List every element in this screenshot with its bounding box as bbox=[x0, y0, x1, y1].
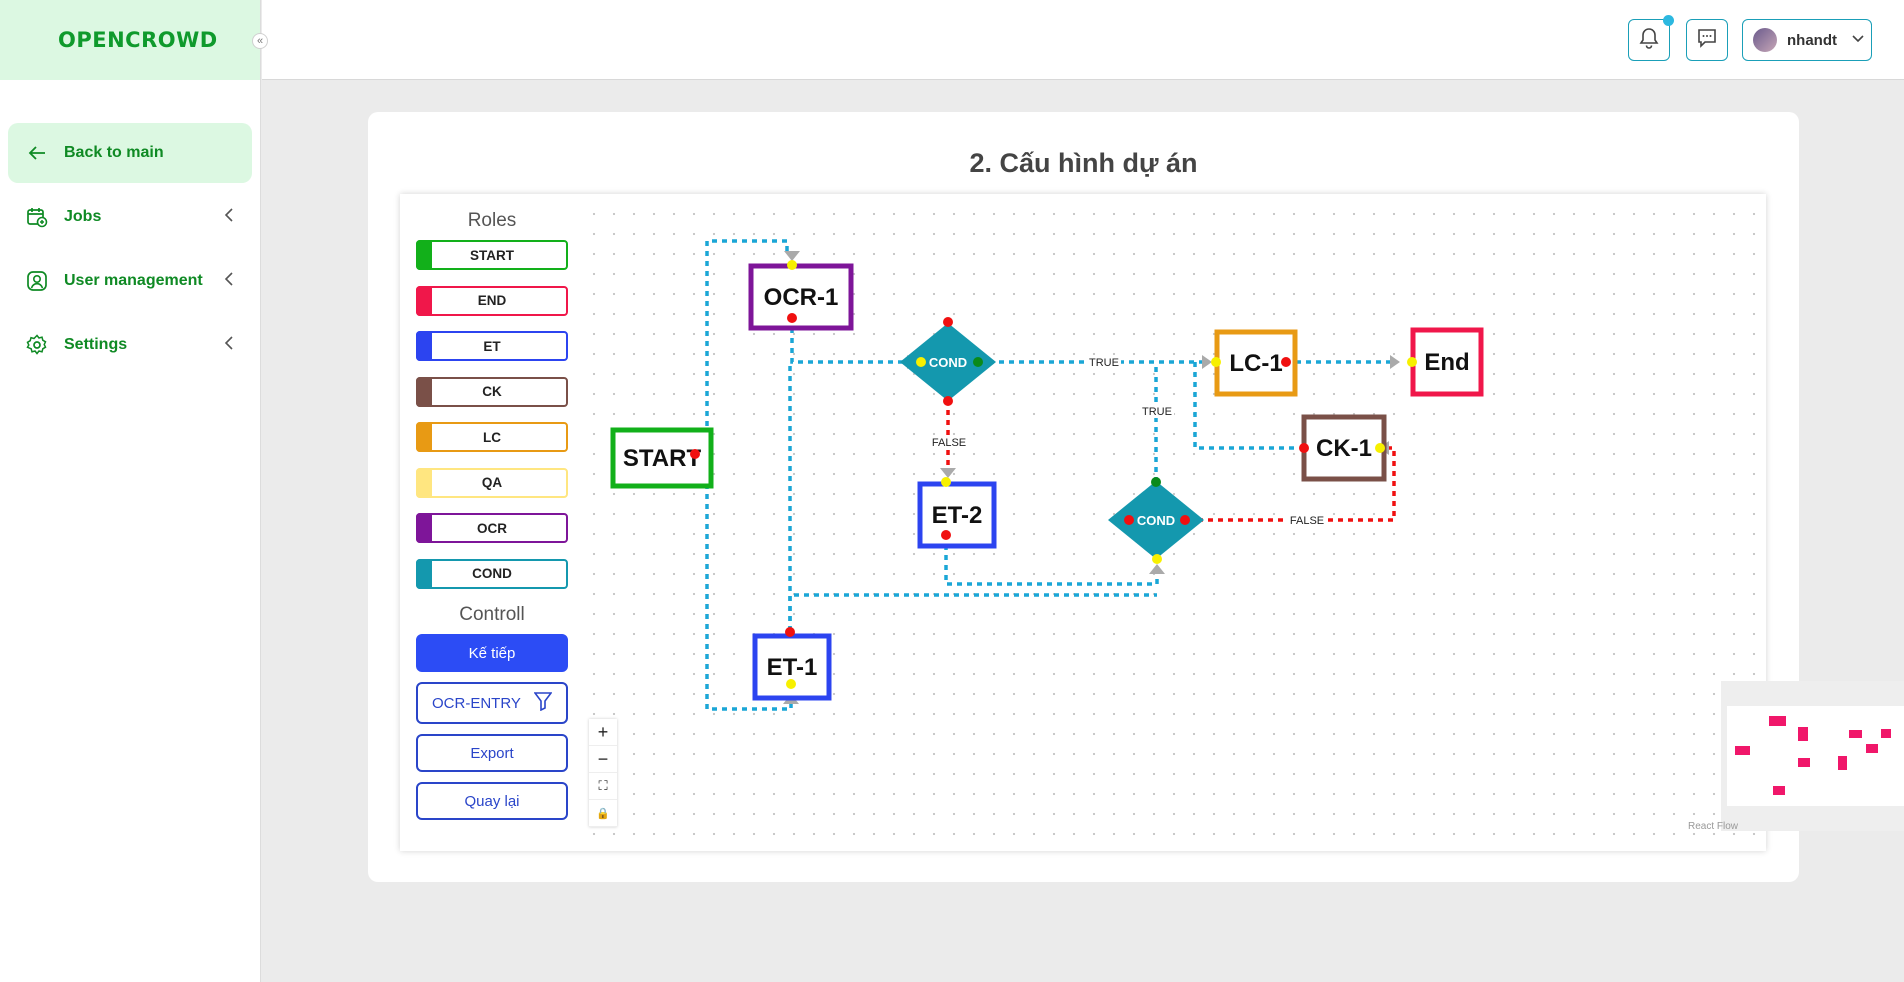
export-button[interactable]: Export bbox=[416, 734, 568, 772]
node-ck-1-label: CK-1 bbox=[1316, 435, 1372, 462]
node-ocr-1-label: OCR-1 bbox=[764, 284, 839, 311]
gear-icon bbox=[26, 334, 48, 356]
arrow-left-icon bbox=[26, 142, 48, 164]
chevron-left-icon bbox=[224, 207, 234, 228]
ocr-entry-filter-button[interactable]: OCR-ENTRY bbox=[416, 682, 568, 724]
node-et-2-label: ET-2 bbox=[932, 502, 983, 529]
calendar-add-icon bbox=[26, 206, 48, 228]
chevron-left-icon bbox=[224, 335, 234, 356]
user-menu-button[interactable]: nhandt bbox=[1742, 19, 1872, 61]
sidebar-item-back-to-main[interactable]: Back to main bbox=[8, 123, 252, 183]
edge-label-false: FALSE bbox=[1290, 515, 1324, 527]
lock-button[interactable]: 🔒 bbox=[589, 800, 617, 827]
edge-label-true: TRUE bbox=[1142, 406, 1172, 418]
zoom-in-button[interactable]: + bbox=[589, 719, 617, 746]
role-swatch bbox=[416, 558, 432, 589]
sidebar-item-label: Jobs bbox=[64, 208, 102, 225]
node-start-label: START bbox=[623, 445, 702, 472]
sidebar: OPENCROWD « Back to main Jobs User manag… bbox=[0, 0, 268, 982]
back-button[interactable]: Quay lại bbox=[416, 782, 568, 820]
role-swatch bbox=[416, 513, 432, 543]
bell-icon bbox=[1639, 27, 1659, 54]
edge-label-false: FALSE bbox=[932, 437, 966, 449]
sidebar-item-user-management[interactable]: User management bbox=[8, 251, 252, 311]
sidebar-item-settings[interactable]: Settings bbox=[8, 315, 252, 375]
role-lc[interactable]: LC bbox=[416, 422, 568, 452]
notification-dot bbox=[1663, 15, 1674, 26]
notifications-button[interactable] bbox=[1628, 15, 1674, 61]
workflow-panel: Roles START END ET CK LC QA OCR COND Con… bbox=[400, 194, 1904, 851]
avatar bbox=[1753, 28, 1777, 52]
filter-icon bbox=[533, 691, 553, 715]
role-swatch bbox=[416, 331, 432, 361]
roles-panel: Roles START END ET CK LC QA OCR COND Con… bbox=[416, 210, 568, 830]
node-lc-1-label: LC-1 bbox=[1229, 350, 1282, 377]
node-end-label: End bbox=[1424, 349, 1469, 376]
react-flow-attribution[interactable]: React Flow bbox=[1688, 821, 1738, 832]
role-swatch bbox=[416, 240, 432, 270]
zoom-controls: + − ⛶ 🔒 bbox=[589, 719, 617, 827]
project-config-card: 2. Cấu hình dự án Roles START END ET CK bbox=[368, 112, 1904, 882]
role-ck[interactable]: CK bbox=[416, 376, 568, 407]
edge-label-true: TRUE bbox=[1089, 357, 1119, 369]
role-label: START bbox=[470, 247, 514, 263]
role-label: OCR bbox=[477, 520, 507, 536]
sidebar-item-label: Back to main bbox=[64, 144, 164, 161]
messages-button[interactable] bbox=[1686, 19, 1728, 61]
logo-bar: OPENCROWD « bbox=[0, 0, 268, 80]
role-qa[interactable]: QA bbox=[416, 467, 568, 498]
username: nhandt bbox=[1787, 31, 1837, 49]
role-label: ET bbox=[483, 338, 501, 354]
flow-canvas[interactable]: TRUE TRUE FALSE FALSE START OCR-1 COND E… bbox=[584, 204, 1904, 844]
role-label: COND bbox=[472, 566, 512, 581]
sidebar-item-jobs[interactable]: Jobs bbox=[8, 187, 252, 247]
edge-et1-cond2 bbox=[788, 593, 1157, 631]
role-label: QA bbox=[481, 475, 503, 490]
roles-title: Roles bbox=[467, 210, 517, 231]
sidebar-nav: Back to main Jobs User management Settin… bbox=[0, 80, 260, 375]
node-cond-2-label: COND bbox=[1137, 513, 1175, 528]
collapse-sidebar-button[interactable]: « bbox=[252, 33, 268, 49]
role-ocr[interactable]: OCR bbox=[416, 513, 568, 543]
logo: OPENCROWD bbox=[58, 28, 218, 52]
role-et[interactable]: ET bbox=[416, 331, 568, 361]
role-label: LC bbox=[483, 429, 501, 445]
next-button[interactable]: Kế tiếp bbox=[416, 634, 568, 672]
role-label: END bbox=[477, 293, 507, 308]
chevron-down-icon bbox=[1851, 31, 1865, 49]
role-start[interactable]: START bbox=[416, 240, 568, 270]
flow-diagram: TRUE TRUE FALSE FALSE START OCR-1 COND E… bbox=[610, 239, 1484, 711]
role-swatch bbox=[416, 376, 432, 407]
role-end[interactable]: END bbox=[416, 285, 568, 316]
role-label: CK bbox=[482, 384, 502, 399]
chat-icon bbox=[1696, 27, 1718, 54]
role-swatch bbox=[416, 467, 432, 498]
fit-view-button[interactable]: ⛶ bbox=[589, 773, 617, 800]
sidebar-item-label: Settings bbox=[64, 336, 128, 353]
control-title: Controll bbox=[459, 604, 525, 625]
filter-value: OCR-ENTRY bbox=[432, 694, 521, 712]
minimap[interactable] bbox=[1721, 681, 1904, 831]
chevron-left-icon bbox=[224, 271, 234, 292]
zoom-out-button[interactable]: − bbox=[589, 746, 617, 773]
top-header: nhandt bbox=[262, 0, 1904, 80]
sidebar-item-label: User management bbox=[64, 272, 203, 289]
node-cond-1-label: COND bbox=[929, 355, 967, 370]
role-swatch bbox=[416, 285, 432, 316]
user-square-icon bbox=[26, 270, 48, 292]
role-swatch bbox=[416, 422, 432, 452]
control-panel: Controll Kế tiếp OCR-ENTRY Export Quay l… bbox=[416, 604, 568, 820]
page-title: 2. Cấu hình dự án bbox=[969, 148, 1198, 178]
minimap-view bbox=[1727, 706, 1904, 806]
role-cond[interactable]: COND bbox=[416, 558, 568, 589]
node-et-1-label: ET-1 bbox=[767, 654, 818, 681]
